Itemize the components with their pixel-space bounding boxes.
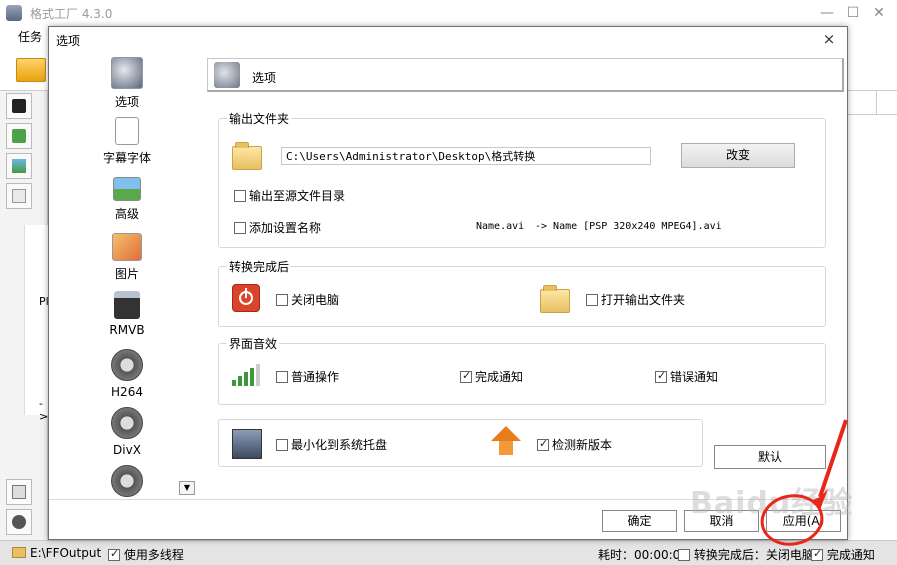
annotation-arrow-line [818,419,848,498]
red-annotation-overlay [760,419,848,546]
